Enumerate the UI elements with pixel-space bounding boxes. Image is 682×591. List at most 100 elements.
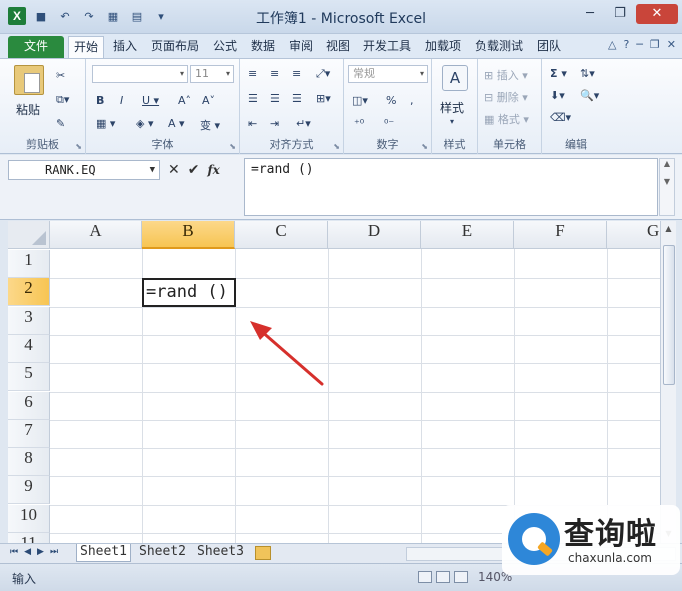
formula-input[interactable]: =rand ()	[244, 158, 658, 216]
dialog-launcher-icon[interactable]: ⬊	[421, 142, 428, 151]
find-select-icon[interactable]: 🔍▾	[580, 89, 599, 102]
ribbon-collapse-icon[interactable]: △	[608, 38, 616, 51]
border-icon[interactable]: ▦ ▾	[96, 117, 115, 130]
column-header-b[interactable]: B	[142, 221, 235, 249]
page-break-view-icon[interactable]	[454, 571, 468, 583]
bold-icon[interactable]: B	[96, 94, 104, 107]
column-header-d[interactable]: D	[328, 221, 421, 249]
scroll-thumb[interactable]	[663, 245, 675, 385]
help-icon[interactable]: ?	[623, 38, 629, 51]
align-middle-icon[interactable]: ≡	[270, 67, 279, 80]
insert-function-icon[interactable]: fx	[207, 163, 219, 177]
select-all-button[interactable]	[8, 221, 50, 249]
styles-icon[interactable]: A	[442, 65, 468, 91]
row-header-10[interactable]: 10	[8, 505, 50, 533]
decrease-decimal-icon[interactable]: ⁰⁻	[384, 117, 394, 130]
sheet-tab-sheet1[interactable]: Sheet1	[76, 544, 131, 562]
clear-icon[interactable]: ⌫▾	[550, 111, 571, 124]
doc-minimize-icon[interactable]: ─	[636, 38, 643, 51]
chevron-down-icon[interactable]: ▼	[150, 161, 155, 179]
formula-bar-scroll[interactable]: ▲ ▼	[659, 158, 675, 216]
scroll-up-icon[interactable]: ▲	[661, 221, 676, 237]
column-header-c[interactable]: C	[235, 221, 328, 249]
row-header-11[interactable]: 11	[8, 533, 50, 543]
fill-color-icon[interactable]: ◈ ▾	[136, 117, 153, 130]
enter-icon[interactable]: ✔	[188, 162, 200, 178]
italic-icon[interactable]: I	[120, 94, 123, 107]
font-color-icon[interactable]: A ▾	[168, 117, 185, 130]
column-header-g[interactable]: G	[607, 221, 660, 249]
paste-icon[interactable]	[14, 65, 44, 95]
autosum-icon[interactable]: Σ ▾	[550, 67, 567, 80]
merge-center-icon[interactable]: ⊞▾	[316, 92, 331, 105]
currency-icon[interactable]: ◫▾	[352, 94, 368, 107]
row-header-3[interactable]: 3	[8, 307, 50, 335]
dialog-launcher-icon[interactable]: ⬊	[229, 142, 236, 151]
tab-developer[interactable]: 开发工具	[358, 36, 416, 58]
cancel-icon[interactable]: ✕	[168, 162, 180, 178]
column-header-e[interactable]: E	[421, 221, 514, 249]
dialog-launcher-icon[interactable]: ⬊	[333, 142, 340, 151]
row-header-4[interactable]: 4	[8, 335, 50, 363]
tab-load-test[interactable]: 负载测试	[470, 36, 528, 58]
tab-home[interactable]: 开始	[68, 36, 104, 58]
delete-cells-button[interactable]: ⊟ 删除 ▾	[484, 89, 528, 105]
column-header-f[interactable]: F	[514, 221, 607, 249]
maximize-icon[interactable]: ❐	[606, 4, 634, 24]
spreadsheet-grid[interactable]: A B C D E F G 1 2 3 4 5 6 7 8 9 10 11 =r…	[8, 221, 660, 543]
styles-dropdown-icon[interactable]: ▾	[450, 117, 454, 126]
doc-close-icon[interactable]: ✕	[667, 38, 676, 51]
sort-filter-icon[interactable]: ⇅▾	[580, 67, 595, 80]
last-sheet-icon[interactable]: ⏭	[50, 547, 58, 557]
percent-icon[interactable]: %	[386, 94, 396, 107]
font-size-dropdown[interactable]: 11 ▾	[190, 65, 234, 83]
sheet-tab-sheet3[interactable]: Sheet3	[194, 544, 247, 562]
row-header-2[interactable]: 2	[8, 278, 50, 306]
orientation-icon[interactable]: ⤢▾	[316, 67, 330, 81]
font-name-dropdown[interactable]: ▾	[92, 65, 188, 83]
tab-file[interactable]: 文件	[8, 36, 64, 58]
comma-icon[interactable]: ,	[410, 94, 414, 107]
insert-cells-button[interactable]: ⊞ 插入 ▾	[484, 67, 528, 83]
tab-addins[interactable]: 加载项	[420, 36, 466, 58]
name-box[interactable]: RANK.EQ ▼	[8, 160, 160, 180]
increase-font-icon[interactable]: A˄	[178, 94, 191, 107]
cut-icon[interactable]: ✂	[56, 69, 65, 82]
first-sheet-icon[interactable]: ⏮	[10, 547, 18, 557]
next-sheet-icon[interactable]: ▶	[37, 547, 44, 557]
decrease-font-icon[interactable]: A˅	[202, 94, 215, 107]
row-header-6[interactable]: 6	[8, 392, 50, 420]
page-layout-view-icon[interactable]	[436, 571, 450, 583]
align-center-icon[interactable]: ☰	[270, 92, 280, 105]
number-format-dropdown[interactable]: 常规 ▾	[348, 65, 428, 83]
row-header-7[interactable]: 7	[8, 420, 50, 448]
row-header-5[interactable]: 5	[8, 363, 50, 391]
tab-page-layout[interactable]: 页面布局	[146, 36, 204, 58]
underline-icon[interactable]: U ▾	[142, 94, 159, 107]
row-header-8[interactable]: 8	[8, 448, 50, 476]
close-icon[interactable]: ✕	[636, 4, 678, 24]
active-cell-b2[interactable]: =rand ()	[142, 278, 236, 307]
minimize-icon[interactable]: ─	[576, 4, 604, 24]
copy-icon[interactable]: ⧉▾	[56, 93, 69, 107]
align-right-icon[interactable]: ☰	[292, 92, 302, 105]
tab-formulas[interactable]: 公式	[208, 36, 242, 58]
fill-icon[interactable]: ⬇▾	[550, 89, 565, 102]
phonetic-icon[interactable]: 变 ▾	[200, 117, 220, 133]
column-header-a[interactable]: A	[50, 221, 142, 249]
decrease-indent-icon[interactable]: ⇤	[248, 117, 257, 130]
wrap-text-icon[interactable]: ↵▾	[296, 117, 311, 130]
increase-decimal-icon[interactable]: ⁺⁰	[354, 117, 364, 130]
tab-data[interactable]: 数据	[246, 36, 280, 58]
tab-insert[interactable]: 插入	[108, 36, 142, 58]
align-left-icon[interactable]: ☰	[248, 92, 258, 105]
doc-restore-icon[interactable]: ❐	[650, 38, 660, 51]
tab-team[interactable]: 团队	[532, 36, 566, 58]
vertical-scrollbar[interactable]: ▲ ▼	[660, 221, 676, 543]
row-header-1[interactable]: 1	[8, 250, 50, 278]
align-top-icon[interactable]: ≡	[248, 67, 257, 80]
paste-button[interactable]: 粘贴	[16, 101, 40, 118]
dialog-launcher-icon[interactable]: ⬊	[75, 142, 82, 151]
normal-view-icon[interactable]	[418, 571, 432, 583]
format-cells-button[interactable]: ▦ 格式 ▾	[484, 111, 529, 127]
